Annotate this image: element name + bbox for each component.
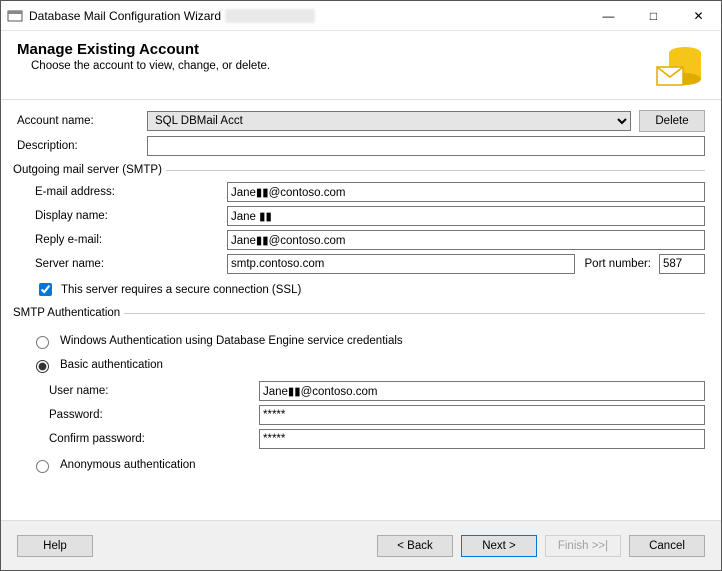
minimize-button[interactable]: — (586, 1, 631, 31)
title-redaction (225, 9, 315, 23)
maximize-button[interactable]: □ (631, 1, 676, 31)
auth-legend: SMTP Authentication (13, 307, 124, 319)
ssl-checkbox[interactable] (39, 283, 52, 296)
window-title: Database Mail Configuration Wizard (29, 9, 221, 23)
basic-auth-label: Basic authentication (60, 359, 163, 371)
anonymous-auth-radio[interactable] (36, 460, 49, 473)
back-button[interactable]: < Back (377, 535, 453, 557)
cancel-button[interactable]: Cancel (629, 535, 705, 557)
auth-group: SMTP Authentication Windows Authenticati… (17, 307, 705, 481)
next-button[interactable]: Next > (461, 535, 537, 557)
finish-button: Finish >>| (545, 535, 621, 557)
smtp-legend: Outgoing mail server (SMTP) (13, 164, 166, 176)
anonymous-auth-label: Anonymous authentication (60, 459, 196, 471)
dialog-window: Database Mail Configuration Wizard — □ ✕… (0, 0, 722, 571)
password-input[interactable] (259, 405, 705, 425)
windows-auth-radio-row[interactable]: Windows Authentication using Database En… (31, 333, 705, 349)
description-input[interactable] (147, 136, 705, 156)
port-label: Port number: (585, 258, 651, 270)
reply-email-label: Reply e-mail: (17, 234, 227, 246)
display-name-label: Display name: (17, 210, 227, 222)
password-label: Password: (49, 409, 259, 421)
ssl-label: This server requires a secure connection… (61, 284, 301, 296)
server-name-input[interactable] (227, 254, 575, 274)
titlebar: Database Mail Configuration Wizard — □ ✕ (1, 1, 721, 31)
delete-button[interactable]: Delete (639, 110, 705, 132)
confirm-password-label: Confirm password: (49, 433, 259, 445)
account-name-label: Account name: (17, 115, 147, 127)
close-button[interactable]: ✕ (676, 1, 721, 31)
form-body: Account name: SQL DBMail Acct Delete Des… (1, 100, 721, 481)
server-name-label: Server name: (17, 258, 227, 270)
database-mail-icon (655, 41, 705, 91)
app-icon (7, 8, 23, 24)
page-title: Manage Existing Account (17, 41, 655, 58)
reply-email-input[interactable] (227, 230, 705, 250)
wizard-footer: Help < Back Next > Finish >>| Cancel (1, 520, 721, 570)
username-label: User name: (49, 385, 259, 397)
description-label: Description: (17, 140, 147, 152)
windows-auth-radio[interactable] (36, 336, 49, 349)
wizard-header: Manage Existing Account Choose the accou… (1, 31, 721, 100)
display-name-input[interactable] (227, 206, 705, 226)
basic-auth-radio-row[interactable]: Basic authentication (31, 357, 705, 373)
help-button[interactable]: Help (17, 535, 93, 557)
email-input[interactable] (227, 182, 705, 202)
port-input[interactable] (659, 254, 705, 274)
ssl-checkbox-row[interactable]: This server requires a secure connection… (35, 280, 705, 299)
basic-auth-radio[interactable] (36, 360, 49, 373)
email-label: E-mail address: (17, 186, 227, 198)
username-input[interactable] (259, 381, 705, 401)
anonymous-auth-radio-row[interactable]: Anonymous authentication (31, 457, 705, 473)
confirm-password-input[interactable] (259, 429, 705, 449)
page-subtitle: Choose the account to view, change, or d… (17, 60, 655, 72)
windows-auth-label: Windows Authentication using Database En… (60, 335, 403, 347)
smtp-group: Outgoing mail server (SMTP) E-mail addre… (17, 164, 705, 299)
account-name-select[interactable]: SQL DBMail Acct (147, 111, 631, 131)
